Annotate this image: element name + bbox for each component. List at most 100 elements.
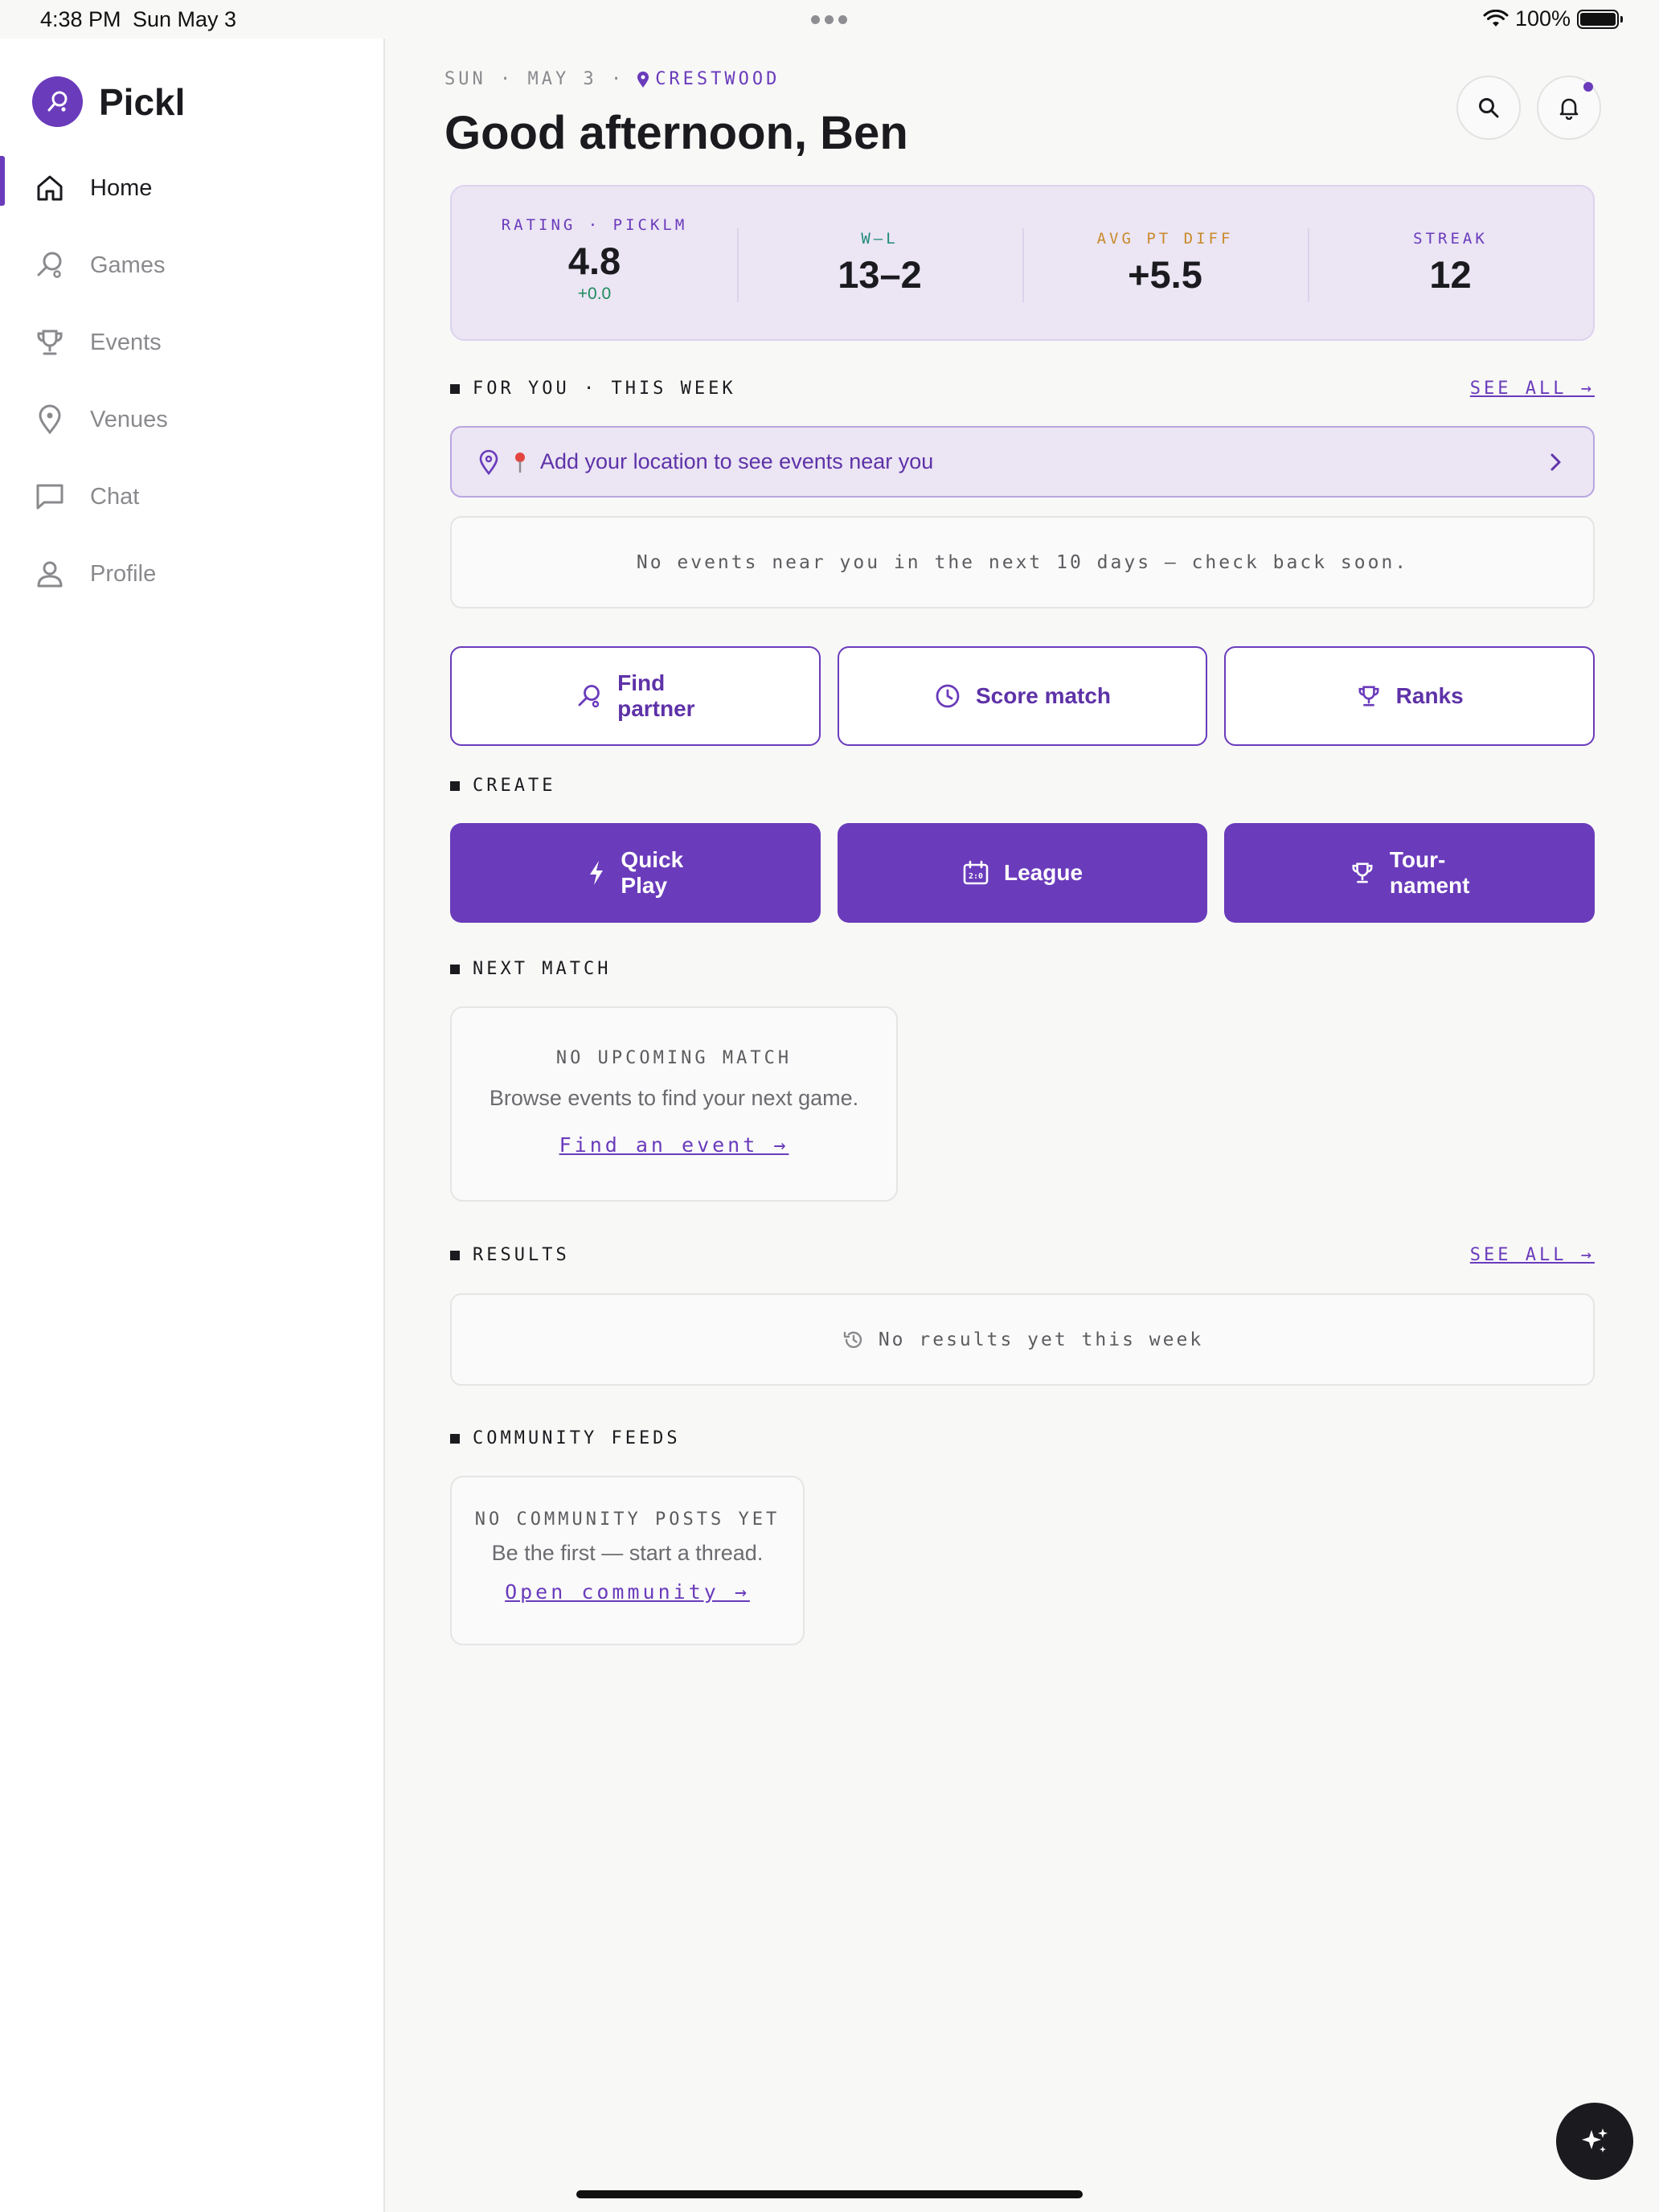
section-results-header: RESULTS (450, 1245, 570, 1265)
history-icon (843, 1331, 862, 1348)
tournament-button[interactable]: Tour- nament (1224, 823, 1596, 923)
community-caption: NO COMMUNITY POSTS YET (474, 1509, 780, 1530)
label-line: Tour- (1389, 847, 1446, 872)
sidebar-item-label: Venues (90, 406, 168, 432)
status-bar: 4:38 PM Sun May 3 100% (0, 0, 1659, 39)
map-pin-icon (39, 404, 61, 435)
multitasking-dots-icon[interactable] (811, 15, 847, 24)
stat-streak[interactable]: STREAK 12 (1308, 186, 1593, 339)
sidebar-item-label: Events (90, 329, 162, 355)
section-for-you-header: FOR YOU · THIS WEEK (450, 379, 736, 399)
community-card: NO COMMUNITY POSTS YET Be the first — st… (450, 1476, 805, 1645)
section-community-header: COMMUNITY FEEDS (450, 1428, 681, 1448)
events-empty-text: No events near you in the next 10 days —… (636, 551, 1409, 573)
section-marker (450, 780, 460, 791)
label-line: Find (617, 670, 666, 695)
sidebar-nav: Home Games Events Venues Chat Profile (0, 150, 383, 612)
ranks-button[interactable]: Ranks (1224, 646, 1596, 746)
chat-icon (36, 484, 63, 510)
section-marker (450, 383, 460, 394)
home-indicator[interactable] (576, 2190, 1083, 2198)
date-location-line: SUN · MAY 3 · CRESTWOOD (444, 69, 780, 89)
score-match-label: Score match (975, 683, 1112, 708)
paddle-icon (578, 685, 600, 708)
page-title: Good afternoon, Ben (444, 107, 908, 159)
next-match-text: Browse events to find your next game. (489, 1086, 859, 1110)
scoreboard-icon: 2:0 (963, 860, 989, 885)
stat-value: 4.8 (567, 239, 621, 282)
notification-badge (1583, 82, 1593, 92)
sidebar-item-profile[interactable]: Profile (0, 535, 383, 612)
league-button[interactable]: 2:0 League (837, 823, 1208, 923)
add-location-banner[interactable]: Add your location to see events near you (450, 426, 1595, 498)
section-marker (450, 964, 460, 974)
results-empty-state: No results yet this week (450, 1293, 1595, 1386)
sidebar-item-chat[interactable]: Chat (0, 458, 383, 535)
stat-value: 13–2 (838, 252, 922, 296)
sidebar-item-label: Profile (90, 560, 157, 587)
trophy-icon (1358, 686, 1379, 707)
sidebar: Pickl Home Games Events Venues Chat Prof… (0, 39, 385, 2212)
home-icon (37, 175, 63, 201)
notifications-button[interactable] (1537, 76, 1601, 140)
stat-rating[interactable]: RATING · PICKLM 4.8 +0.0 (452, 186, 737, 339)
paddle-icon (37, 252, 62, 278)
stat-label: RATING · PICKLM (501, 215, 688, 234)
bolt-icon (590, 861, 604, 885)
svg-text:2:0: 2:0 (969, 872, 983, 881)
pickl-logo-icon (32, 76, 83, 127)
community-text: Be the first — start a thread. (491, 1541, 764, 1565)
section-create-header: CREATE (450, 776, 555, 796)
label-line: Quick (621, 847, 684, 872)
find-partner-button[interactable]: Find partner (450, 646, 821, 746)
trophy-icon (1352, 862, 1373, 883)
stat-win-loss[interactable]: W–L 13–2 (737, 186, 1022, 339)
search-button[interactable] (1456, 76, 1521, 140)
find-event-link[interactable]: Find an event → (559, 1133, 789, 1157)
bell-icon (1559, 98, 1579, 120)
sidebar-item-events[interactable]: Events (0, 304, 383, 381)
sidebar-item-home[interactable]: Home (0, 150, 383, 227)
stats-card: RATING · PICKLM 4.8 +0.0 W–L 13–2 AVG PT… (450, 185, 1595, 341)
search-icon (1479, 98, 1499, 118)
red-pin-icon (515, 452, 525, 473)
quick-play-button[interactable]: Quick Play (450, 823, 821, 923)
sidebar-item-games[interactable]: Games (0, 227, 383, 304)
see-all-results-link[interactable]: SEE ALL → (1470, 1245, 1595, 1265)
label-line: Play (621, 873, 668, 898)
open-community-link[interactable]: Open community → (505, 1580, 750, 1604)
map-pin-icon (479, 449, 498, 475)
location-link[interactable]: CRESTWOOD (636, 69, 780, 89)
brand[interactable]: Pickl (32, 76, 185, 127)
section-title: COMMUNITY FEEDS (473, 1428, 681, 1448)
section-next-match-header: NEXT MATCH (450, 959, 611, 979)
create-actions: Quick Play 2:0 League Tour- nament (450, 823, 1596, 923)
results-empty-text: No results yet this week (878, 1329, 1204, 1350)
section-marker (450, 1250, 460, 1260)
find-partner-label: Find partner (617, 670, 694, 722)
clock-icon (936, 684, 960, 708)
section-title: CREATE (473, 776, 556, 796)
trophy-icon (37, 330, 63, 355)
sidebar-item-label: Home (90, 174, 153, 201)
sparkles-icon (1582, 2128, 1608, 2153)
see-all-events-link[interactable]: SEE ALL → (1470, 379, 1595, 399)
stat-label: STREAK (1413, 229, 1488, 248)
ranks-label: Ranks (1395, 683, 1464, 708)
location-name: CRESTWOOD (655, 69, 780, 89)
label-line: nament (1389, 873, 1470, 898)
stat-avg-pt-diff[interactable]: AVG PT DIFF +5.5 (1022, 186, 1308, 339)
section-title: NEXT MATCH (473, 959, 612, 979)
app-name: Pickl (99, 80, 186, 123)
next-match-card: NO UPCOMING MATCH Browse events to find … (450, 1006, 898, 1202)
sidebar-item-venues[interactable]: Venues (0, 381, 383, 458)
ai-assistant-button[interactable] (1556, 2103, 1633, 2180)
section-title: RESULTS (473, 1245, 570, 1265)
score-match-button[interactable]: Score match (837, 646, 1208, 746)
next-match-caption: NO UPCOMING MATCH (555, 1048, 793, 1068)
label-line: partner (617, 696, 695, 721)
sidebar-item-label: Chat (90, 483, 140, 510)
quick-actions: Find partner Score match Ranks (450, 646, 1596, 746)
stat-change: +0.0 (577, 284, 612, 303)
date-line: SUN · MAY 3 · (444, 69, 625, 89)
